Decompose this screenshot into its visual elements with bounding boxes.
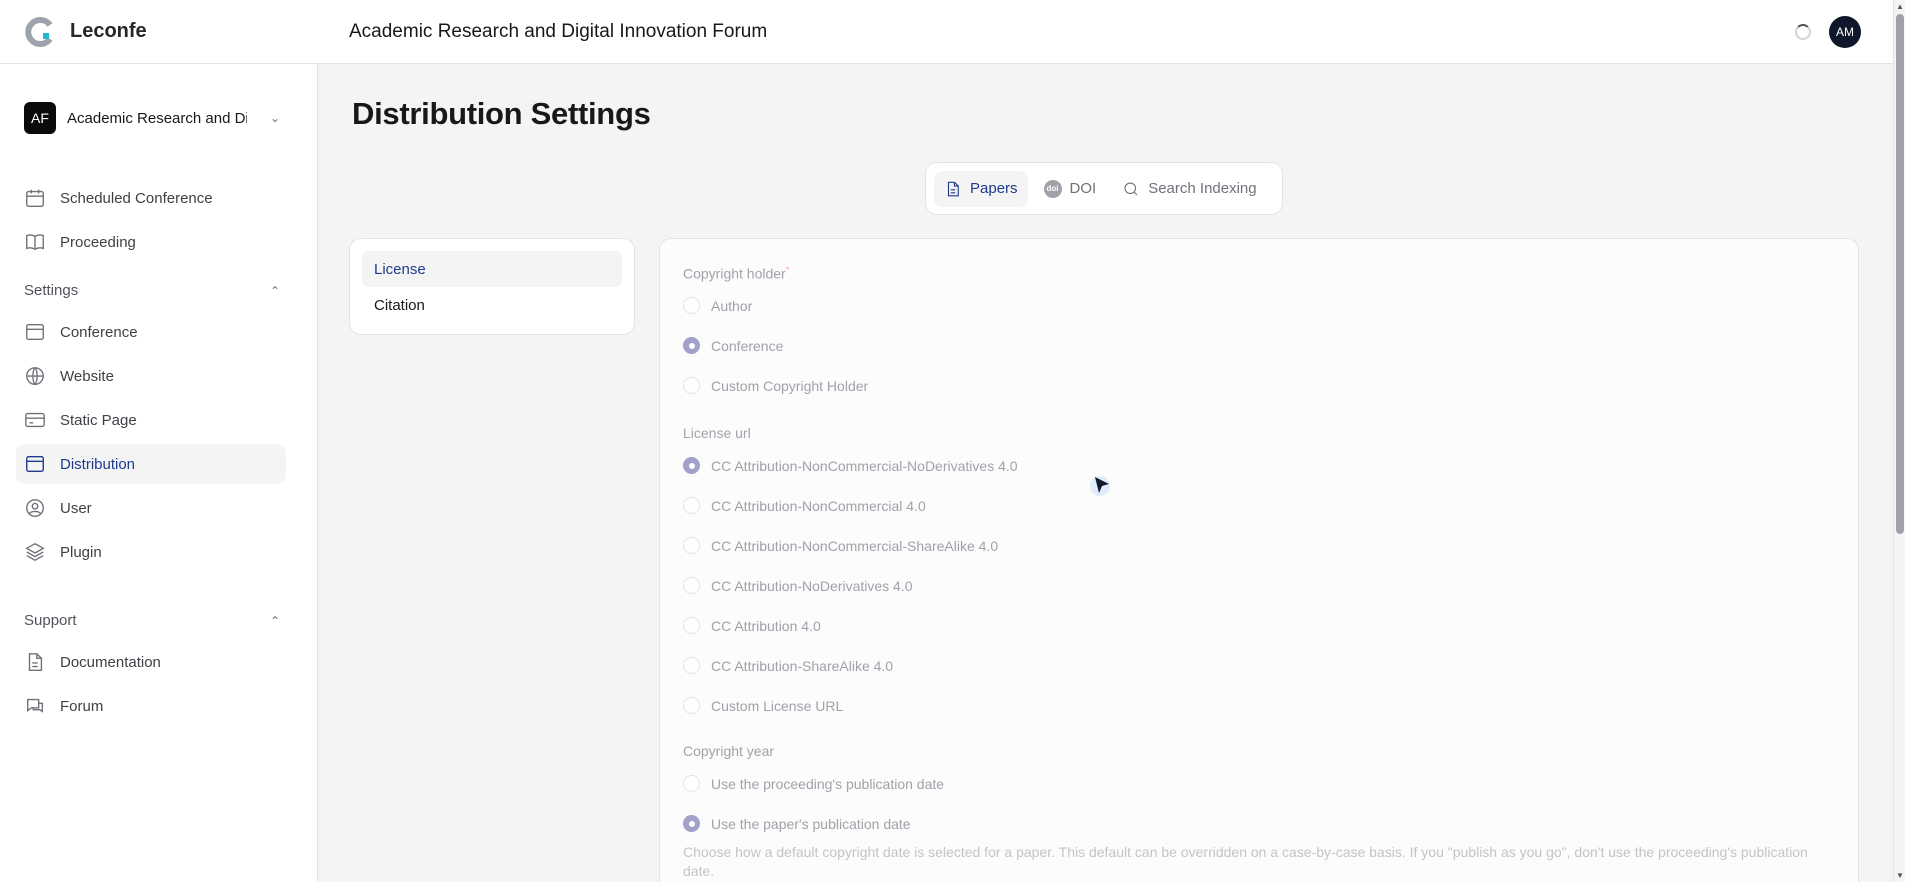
radio-dot <box>683 815 700 832</box>
conference-switcher[interactable]: AF Academic Research and Digital Innovat… <box>24 102 280 134</box>
mouse-cursor-icon <box>1090 476 1110 496</box>
window-icon <box>26 323 44 341</box>
radio-dot <box>683 775 700 792</box>
chat-icon <box>26 698 44 713</box>
settings-tabs: Papers doi DOI Search Indexing <box>925 162 1283 215</box>
document-icon <box>947 181 959 196</box>
chevron-up-icon: ⌃ <box>269 283 280 298</box>
copyright-year-label: Copyright year <box>683 743 775 759</box>
sidebar-item-forum[interactable]: Forum <box>16 686 286 726</box>
distribution-subnav: License Citation <box>349 238 635 335</box>
radio-dot <box>683 577 700 594</box>
brand-name: Leconfe <box>70 20 147 42</box>
radio-dot <box>683 497 700 514</box>
radio-dot <box>683 377 700 394</box>
sidebar-item-user[interactable]: User <box>16 488 286 528</box>
radio-copyright-author[interactable]: Author <box>683 297 752 314</box>
subnav-license[interactable]: License <box>362 251 622 287</box>
copyright-holder-label: Copyright holder* <box>683 265 790 282</box>
radio-license-by-sa[interactable]: CC Attribution-ShareAlike 4.0 <box>683 657 893 674</box>
settings-group-toggle[interactable]: Settings ⌃ <box>24 282 280 299</box>
license-url-label: License url <box>683 425 751 441</box>
radio-license-by-nc-nd[interactable]: CC Attribution-NonCommercial-NoDerivativ… <box>683 457 1018 474</box>
card-icon <box>25 412 45 428</box>
leconfe-logo-icon <box>25 16 53 47</box>
radio-dot <box>683 337 700 354</box>
user-circle-icon <box>26 499 44 517</box>
radio-license-by-nd[interactable]: CC Attribution-NoDerivatives 4.0 <box>683 577 913 594</box>
search-icon <box>1124 181 1138 195</box>
scroll-up-arrow-icon[interactable]: ▲ <box>1896 2 1904 11</box>
globe-icon <box>26 367 44 385</box>
sidebar-item-scheduled-conference[interactable]: Scheduled Conference <box>16 178 286 218</box>
required-mark: * <box>785 265 790 275</box>
page-title: Distribution Settings <box>352 96 651 131</box>
sidebar-item-documentation[interactable]: Documentation <box>16 642 286 682</box>
subnav-citation[interactable]: Citation <box>362 287 622 323</box>
tab-doi[interactable]: doi DOI <box>1034 171 1107 207</box>
scroll-thumb[interactable] <box>1896 14 1904 534</box>
radio-copyright-conference[interactable]: Conference <box>683 337 783 354</box>
loading-spinner-icon <box>1795 24 1811 40</box>
chevron-down-icon: ⌄ <box>269 111 280 125</box>
scroll-down-arrow-icon[interactable]: ▼ <box>1896 871 1904 880</box>
copyright-year-help: Choose how a default copyright date is s… <box>683 844 1808 879</box>
book-icon <box>26 234 44 251</box>
radio-license-by[interactable]: CC Attribution 4.0 <box>683 617 821 634</box>
radio-year-paper[interactable]: Use the paper's publication date <box>683 815 911 832</box>
user-avatar[interactable]: AM <box>1829 16 1861 48</box>
brand[interactable]: Leconfe <box>0 16 318 48</box>
top-bar: Leconfe Academic Research and Digital In… <box>0 0 1893 64</box>
radio-dot <box>683 537 700 554</box>
license-form-panel: Copyright holder* Author Conference Cust… <box>659 238 1859 882</box>
sidebar-item-conference[interactable]: Conference <box>16 312 286 352</box>
radio-license-by-nc-sa[interactable]: CC Attribution-NonCommercial-ShareAlike … <box>683 537 998 554</box>
radio-license-by-nc[interactable]: CC Attribution-NonCommercial 4.0 <box>683 497 926 514</box>
radio-copyright-custom[interactable]: Custom Copyright Holder <box>683 377 868 394</box>
conference-name: Academic Research and Digital Innovation… <box>67 109 247 127</box>
chevron-up-icon: ⌃ <box>269 613 280 628</box>
tab-papers[interactable]: Papers <box>934 170 1028 207</box>
document-icon <box>28 653 43 671</box>
tab-search-indexing[interactable]: Search Indexing <box>1112 171 1266 207</box>
layers-icon <box>25 542 45 562</box>
calendar-icon <box>26 189 44 207</box>
support-group-toggle[interactable]: Support ⌃ <box>24 612 280 629</box>
sidebar-item-website[interactable]: Website <box>16 356 286 396</box>
sidebar-item-static-page[interactable]: Static Page <box>16 400 286 440</box>
sidebar-item-proceeding[interactable]: Proceeding <box>16 222 286 262</box>
radio-dot <box>683 657 700 674</box>
sidebar: AF Academic Research and Digital Innovat… <box>0 64 318 882</box>
window-icon <box>26 455 44 473</box>
sidebar-item-plugin[interactable]: Plugin <box>16 532 286 572</box>
conference-badge: AF <box>24 102 56 134</box>
sidebar-item-distribution[interactable]: Distribution <box>16 444 286 484</box>
forum-title: Academic Research and Digital Innovation… <box>349 20 768 42</box>
radio-year-proceeding[interactable]: Use the proceeding's publication date <box>683 775 944 792</box>
radio-dot <box>683 697 700 714</box>
radio-dot <box>683 457 700 474</box>
radio-dot <box>683 617 700 634</box>
page-scrollbar[interactable]: ▲ ▼ <box>1893 0 1905 882</box>
doi-icon: doi <box>1043 179 1062 198</box>
radio-dot <box>683 297 700 314</box>
radio-license-custom[interactable]: Custom License URL <box>683 697 843 714</box>
